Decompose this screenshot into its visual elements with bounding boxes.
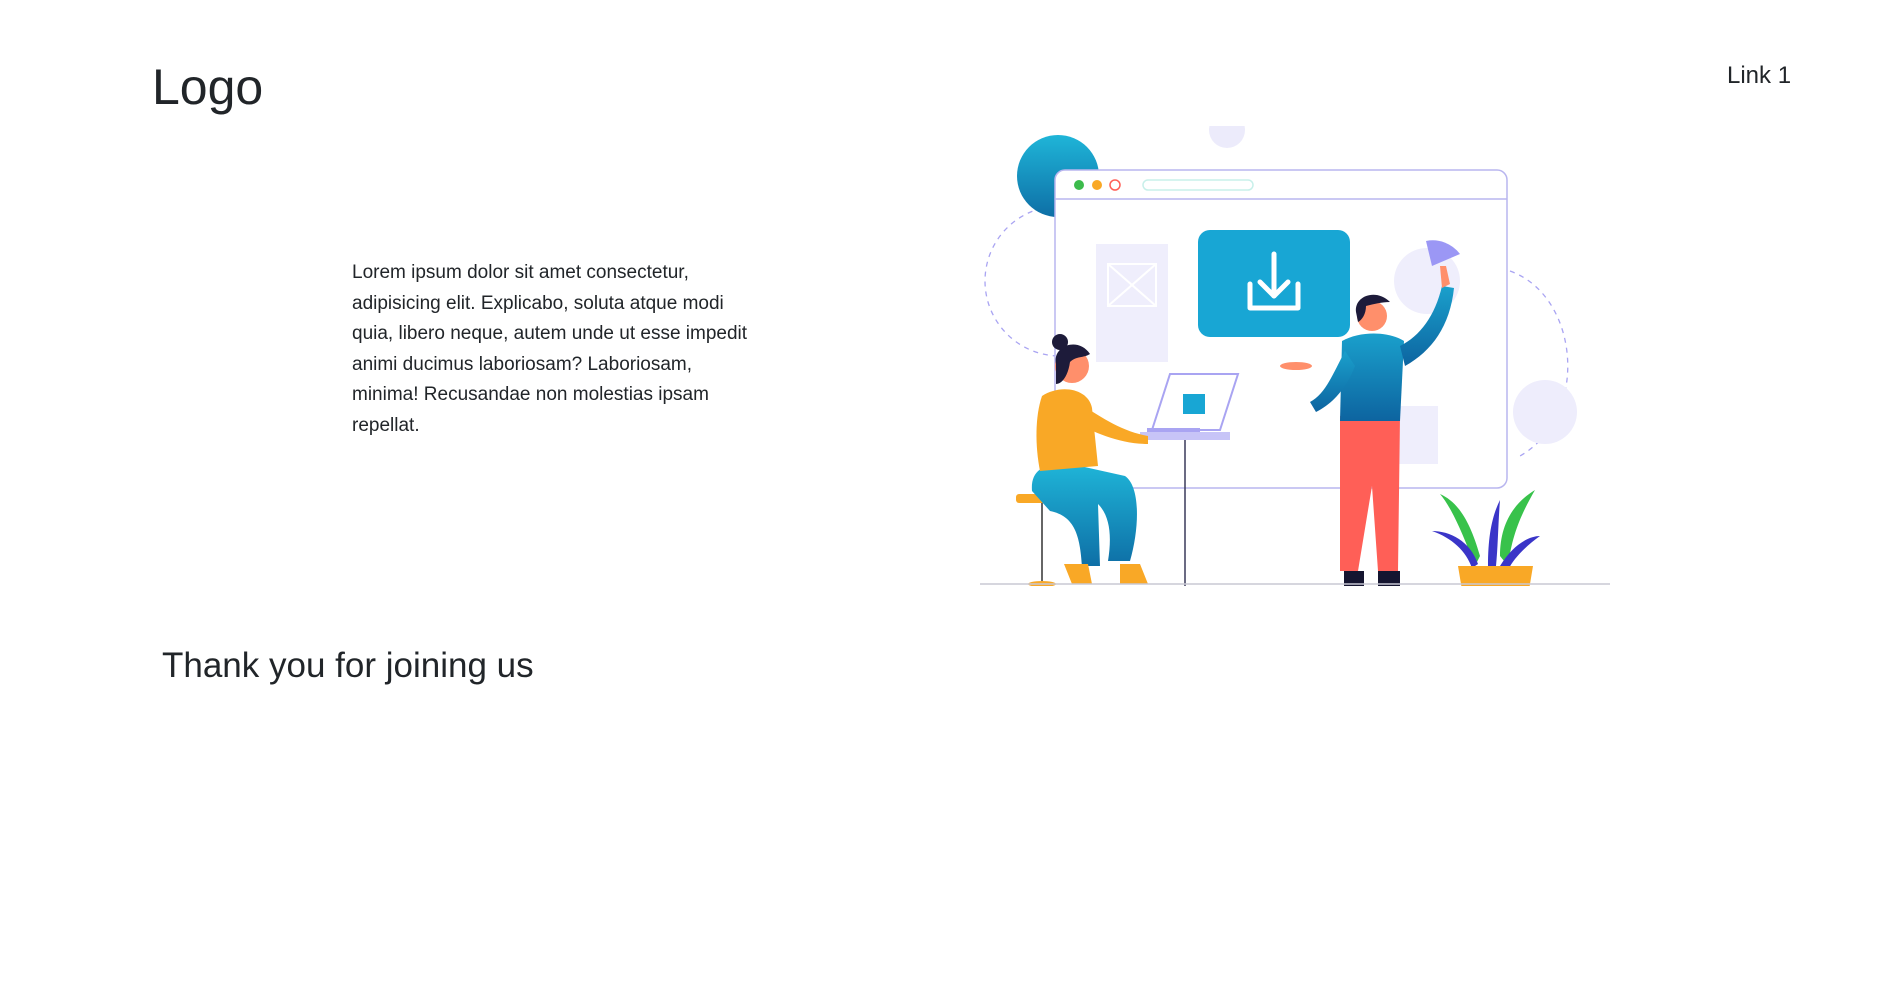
hero-paragraph: Lorem ipsum dolor sit amet consectetur, …	[352, 262, 748, 436]
nav-link-1[interactable]: Link 1	[1727, 62, 1791, 91]
desk-top	[1140, 432, 1230, 440]
window-dot-green	[1074, 180, 1084, 190]
faint-circle-top	[1209, 126, 1245, 148]
faint-circle-right	[1513, 380, 1577, 444]
image-placeholder-card	[1096, 244, 1168, 362]
download-illustration	[980, 126, 1610, 586]
page: Logo Link 1 Lorem ipsum dolor sit amet c…	[0, 0, 1898, 983]
plant	[1432, 490, 1540, 586]
window-dot-orange	[1092, 180, 1102, 190]
logo[interactable]: Logo	[152, 60, 263, 115]
thank-you-heading: Thank you for joining us	[162, 646, 534, 685]
